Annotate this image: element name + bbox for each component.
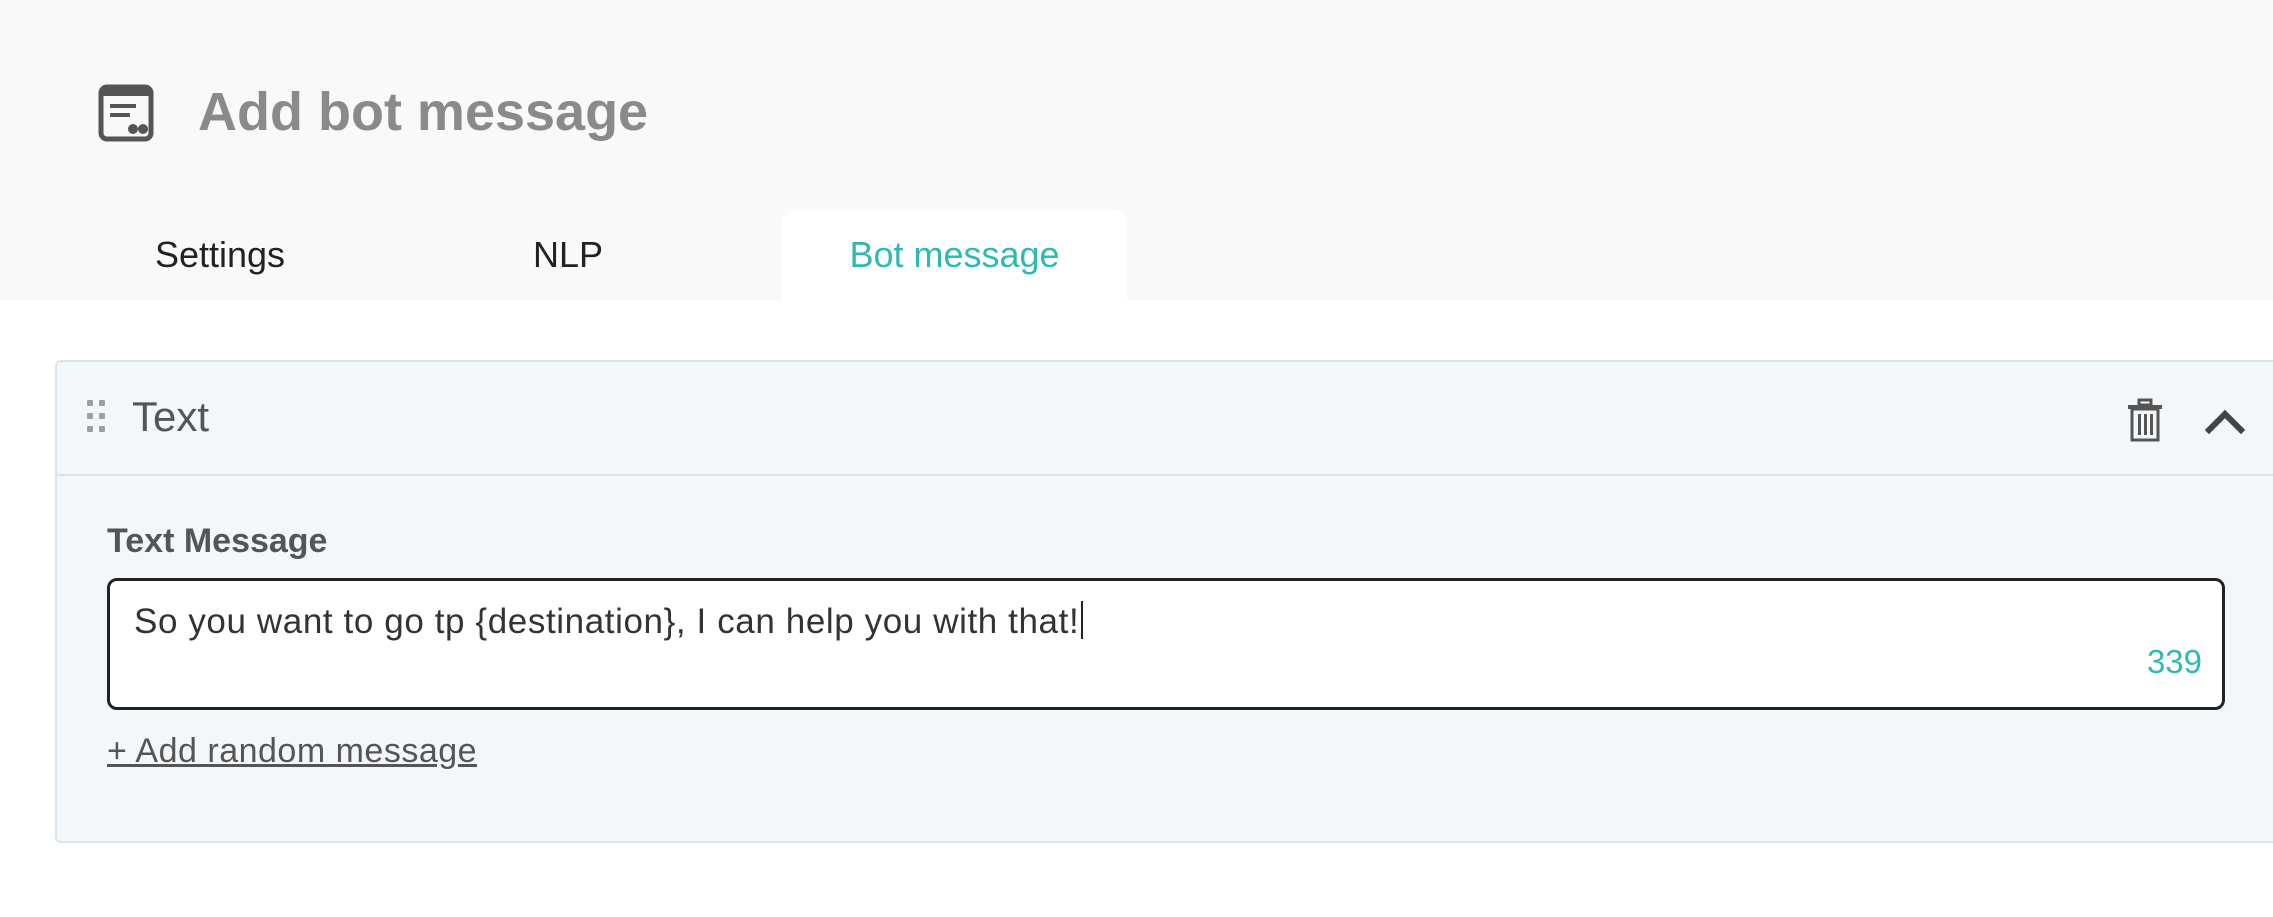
text-message-input[interactable]: So you want to go tp {destination}, I ca… (107, 578, 2225, 710)
text-caret (1081, 601, 1084, 639)
trash-icon[interactable] (2127, 398, 2163, 442)
message-card-icon (98, 84, 154, 142)
tab-nlp[interactable]: NLP (468, 210, 668, 300)
drag-handle-icon[interactable] (87, 400, 109, 434)
tab-bot-message[interactable]: Bot message (782, 210, 1127, 300)
text-message-label: Text Message (107, 522, 328, 560)
panel-title: Text (132, 393, 210, 440)
add-random-message-link[interactable]: + Add random message (107, 732, 477, 771)
text-block-panel: Text Text Message So you want to go tp {… (55, 360, 2273, 843)
tab-settings[interactable]: Settings (120, 210, 320, 300)
text-message-value[interactable]: So you want to go tp {destination}, I ca… (134, 601, 1084, 642)
panel-header: Text (57, 362, 2273, 476)
chevron-up-icon[interactable] (2205, 402, 2245, 438)
page-header: Add bot message Settings NLP Bot message (0, 0, 2273, 300)
page-title: Add bot message (198, 82, 649, 142)
char-counter: 339 (2146, 643, 2202, 680)
